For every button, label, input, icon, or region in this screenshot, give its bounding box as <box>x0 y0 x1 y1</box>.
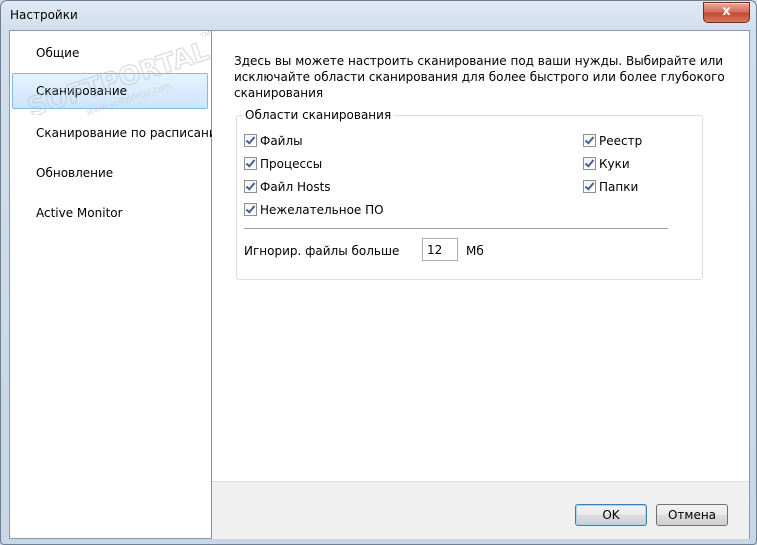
processes-label: Процессы <box>260 157 323 171</box>
cancel-button[interactable]: Отмена <box>656 504 728 526</box>
hosts-file-label: Файл Hosts <box>260 180 331 194</box>
close-button[interactable]: x <box>703 2 750 23</box>
title-bar[interactable]: Настройки x <box>1 1 756 31</box>
size-unit-label: Мб <box>466 244 484 258</box>
checkbox-checked-icon[interactable] <box>583 134 596 147</box>
ignore-size-input[interactable] <box>422 238 458 261</box>
client-area: Общие Сканирование Сканирование по распи… <box>9 30 750 539</box>
window-title: Настройки <box>10 8 78 22</box>
cookies-label: Куки <box>599 157 630 171</box>
settings-window: Настройки x Общие Сканирование Сканирова… <box>0 0 757 545</box>
registry-label: Реестр <box>599 134 643 148</box>
checkbox-checked-icon[interactable] <box>244 203 257 216</box>
pup-label: Нежелательное ПО <box>260 203 384 217</box>
sidebar-item-active-monitor[interactable]: Active Monitor <box>12 195 208 231</box>
scan-areas-group: Области сканирования Файлы Процессы Файл… <box>236 108 703 280</box>
checkbox-checked-icon[interactable] <box>583 180 596 193</box>
sidebar-item-scheduled-scanning[interactable]: Сканирование по расписанию <box>12 115 227 151</box>
group-title: Области сканирования <box>242 108 395 122</box>
sidebar-item-scanning[interactable]: Сканирование <box>12 73 208 109</box>
sidebar-item-general[interactable]: Общие <box>12 35 208 71</box>
close-icon: x <box>722 4 731 19</box>
ok-button[interactable]: OK <box>575 504 647 526</box>
sidebar-item-update[interactable]: Обновление <box>12 155 208 191</box>
checkbox-checked-icon[interactable] <box>244 157 257 170</box>
checkbox-checked-icon[interactable] <box>244 134 257 147</box>
checkbox-checked-icon[interactable] <box>583 157 596 170</box>
checkbox-checked-icon[interactable] <box>244 180 257 193</box>
files-label: Файлы <box>260 134 303 148</box>
folders-label: Папки <box>599 180 639 194</box>
sidebar: Общие Сканирование Сканирование по распи… <box>10 31 227 538</box>
scanning-settings-panel: Здесь вы можете настроить сканирование п… <box>212 31 749 481</box>
separator <box>244 228 668 230</box>
ignore-size-label: Игнорир. файлы больше <box>244 244 400 258</box>
button-bar: OK Отмена <box>212 481 749 539</box>
description-text: Здесь вы можете настроить сканирование п… <box>234 54 725 100</box>
